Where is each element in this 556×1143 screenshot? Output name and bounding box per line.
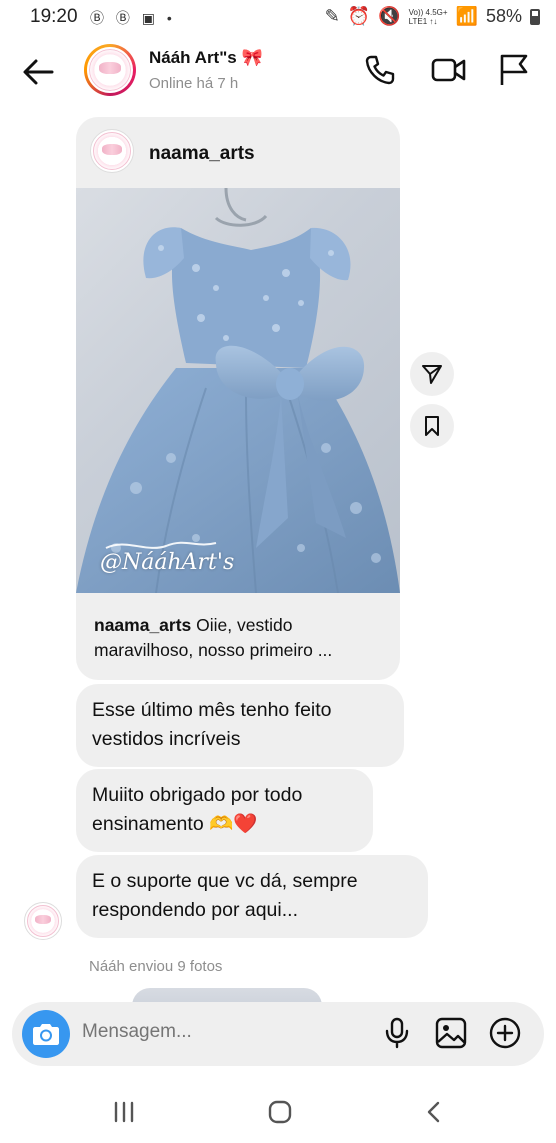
- camera-button[interactable]: [22, 1010, 70, 1058]
- brand-logo: [89, 49, 131, 91]
- edit-icon: ✎: [324, 6, 340, 26]
- status-right: ✎ ⏰ 🔇 Vo)) 4.5G+ LTE1 ↑↓ 📶 58%: [325, 6, 540, 27]
- video-icon: [431, 58, 466, 82]
- nav-back-icon: [427, 1101, 440, 1123]
- system-back-button[interactable]: [414, 1096, 454, 1128]
- video-call-button[interactable]: [430, 52, 466, 88]
- recents-button[interactable]: [104, 1096, 144, 1128]
- message-bubble[interactable]: E o suporte que vc dá, sempre respondend…: [76, 855, 428, 938]
- voice-message-button[interactable]: [380, 1016, 414, 1050]
- microphone-icon: [385, 1017, 409, 1049]
- brand-logo: [27, 905, 59, 937]
- phone-icon: [365, 55, 395, 85]
- shared-post[interactable]: naama_arts @NááhArt's naama_arts Oiie, v…: [76, 117, 400, 680]
- message-bubble[interactable]: Muiito obrigado por todo ensinamento 🫶❤️: [76, 769, 373, 852]
- image-watermark: @NááhArt's: [100, 550, 235, 575]
- camera-icon: [33, 1024, 59, 1045]
- presence-status: Online há 7 h: [149, 75, 239, 92]
- battery-icon: [530, 8, 540, 25]
- notification-icons: Ⓑ Ⓑ ▣ •: [90, 10, 176, 26]
- save-post-button[interactable]: [410, 404, 454, 448]
- message-composer: [12, 1002, 544, 1066]
- photos-sent-note: Nááh enviou 9 fotos: [89, 958, 223, 975]
- recents-icon: [114, 1101, 134, 1123]
- dress-photo: [76, 188, 400, 593]
- post-image[interactable]: @NááhArt's: [76, 188, 400, 593]
- home-icon: [268, 1100, 292, 1124]
- alarm-icon: ⏰: [347, 6, 371, 26]
- brand-logo: [93, 132, 131, 170]
- more-options-button[interactable]: [488, 1016, 522, 1050]
- back-button[interactable]: [18, 52, 58, 92]
- system-navigation-bar: [0, 1080, 556, 1143]
- post-author-avatar[interactable]: [90, 129, 134, 173]
- bookmark-icon: [425, 416, 439, 436]
- status-time: 19:20: [30, 6, 78, 27]
- signal-icon: 📶: [455, 6, 478, 26]
- gallery-button[interactable]: [434, 1016, 468, 1050]
- status-bar: 19:20 Ⓑ Ⓑ ▣ • ✎ ⏰ 🔇 Vo)) 4.5G+ LTE1 ↑↓ 📶…: [0, 0, 556, 34]
- flag-icon: [500, 54, 528, 85]
- report-button[interactable]: [496, 52, 532, 88]
- network-indicator: Vo)) 4.5G+ LTE1 ↑↓: [408, 7, 448, 26]
- sender-avatar[interactable]: [24, 902, 62, 940]
- gallery-icon: [435, 1017, 467, 1049]
- contact-name[interactable]: Nááh Art"s 🎀: [149, 48, 263, 68]
- home-button[interactable]: [260, 1096, 300, 1128]
- caption-username: naama_arts: [94, 615, 192, 635]
- post-username[interactable]: naama_arts: [149, 143, 255, 165]
- chat-header: Nááh Art"s 🎀 Online há 7 h: [0, 34, 556, 110]
- back-arrow-icon: [23, 59, 54, 85]
- message-bubble[interactable]: Esse último mês tenho feito vestidos inc…: [76, 684, 404, 767]
- battery-percent: 58%: [485, 6, 522, 26]
- share-icon: [422, 365, 442, 384]
- message-input[interactable]: [82, 1021, 372, 1043]
- call-button[interactable]: [362, 52, 398, 88]
- add-icon: [489, 1017, 521, 1049]
- contact-avatar[interactable]: [84, 44, 136, 96]
- mute-icon: 🔇: [378, 6, 401, 26]
- post-caption[interactable]: naama_arts Oiie, vestido maravilhoso, no…: [94, 613, 389, 663]
- share-post-button[interactable]: [410, 352, 454, 396]
